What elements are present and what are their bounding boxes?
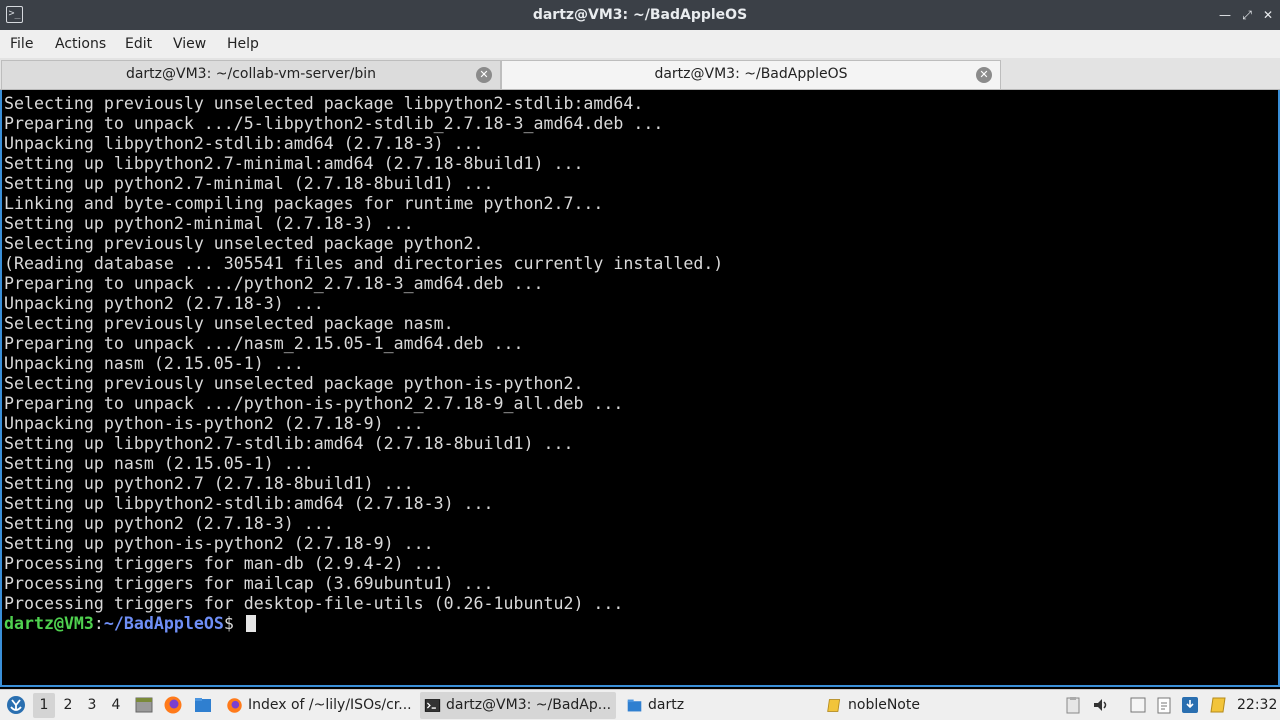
firefox-launcher-icon[interactable] <box>163 695 183 715</box>
terminal-line: Unpacking python-is-python2 (2.7.18-9) .… <box>4 414 424 433</box>
prompt-symbol: $ <box>223 614 234 633</box>
workspace-2[interactable]: 2 <box>57 693 79 718</box>
terminal-line: Preparing to unpack .../python-is-python… <box>4 394 624 413</box>
task-label: nobleNote <box>848 697 920 713</box>
menu-file[interactable]: File <box>10 30 33 58</box>
workspace-3[interactable]: 3 <box>81 693 103 718</box>
minimize-icon[interactable]: — <box>1217 7 1233 23</box>
file-manager-launcher-icon[interactable] <box>193 695 213 715</box>
note-icon <box>827 699 841 712</box>
terminal-line: Selecting previously unselected package … <box>4 374 584 393</box>
terminal-line: Setting up python2 (2.7.18-3) ... <box>4 514 334 533</box>
task-label: dartz <box>648 697 685 713</box>
menu-bar: File Actions Edit View Help <box>0 30 1280 58</box>
workspace-1[interactable]: 1 <box>33 693 55 718</box>
terminal-line: Setting up libpython2-stdlib:amd64 (2.7.… <box>4 494 494 513</box>
prompt-path: ~/BadAppleOS <box>103 614 224 633</box>
terminal-area[interactable]: Selecting previously unselected package … <box>0 90 1280 687</box>
start-menu-icon[interactable] <box>6 695 26 715</box>
terminal-line: Setting up libpython2.7-minimal:amd64 (2… <box>4 154 584 173</box>
terminal-cursor <box>245 615 256 632</box>
tab-close-icon[interactable]: ✕ <box>976 67 992 83</box>
terminal-icon <box>424 699 441 712</box>
terminal-output: Selecting previously unselected package … <box>4 94 1276 634</box>
terminal-line: Linking and byte-compiling packages for … <box>4 194 604 213</box>
close-icon[interactable]: ✕ <box>1260 7 1276 23</box>
terminal-line: Preparing to unpack .../5-libpython2-std… <box>4 114 664 133</box>
note-tray-icon[interactable] <box>1208 695 1228 715</box>
terminal-line: Setting up libpython2.7-stdlib:amd64 (2.… <box>4 434 574 453</box>
clock[interactable]: 22:32 <box>1237 690 1277 720</box>
prompt-colon: : <box>93 614 104 633</box>
prompt-user: dartz@VM3 <box>4 614 94 633</box>
terminal-line: Unpacking python2 (2.7.18-3) ... <box>4 294 324 313</box>
terminal-line: (Reading database ... 305541 files and d… <box>4 254 724 273</box>
terminal-line: Processing triggers for mailcap (3.69ubu… <box>4 574 494 593</box>
tab-label: dartz@VM3: ~/BadAppleOS <box>654 66 848 82</box>
volume-icon[interactable] <box>1091 695 1111 715</box>
terminal-line: Processing triggers for desktop-file-uti… <box>4 594 624 613</box>
clipboard-icon[interactable] <box>1063 695 1083 715</box>
firefox-icon <box>227 698 242 713</box>
notes-tray-icon[interactable] <box>1128 695 1148 715</box>
terminal-line: Setting up python-is-python2 (2.7.18-9) … <box>4 534 434 553</box>
tab-collab-vm-server[interactable]: dartz@VM3: ~/collab-vm-server/bin ✕ <box>1 60 501 89</box>
clipboard-manager-icon[interactable] <box>1154 695 1174 715</box>
terminal-line: Preparing to unpack .../nasm_2.15.05-1_a… <box>4 334 524 353</box>
terminal-line: Unpacking nasm (2.15.05-1) ... <box>4 354 304 373</box>
show-desktop-icon[interactable] <box>134 695 154 715</box>
tab-bar: dartz@VM3: ~/collab-vm-server/bin ✕ dart… <box>0 58 1280 90</box>
tab-label: dartz@VM3: ~/collab-vm-server/bin <box>125 66 377 82</box>
terminal-line: Setting up python2-minimal (2.7.18-3) ..… <box>4 214 414 233</box>
tab-close-icon[interactable]: ✕ <box>476 67 492 83</box>
menu-actions[interactable]: Actions <box>55 30 106 58</box>
menu-help[interactable]: Help <box>227 30 259 58</box>
workspace-4[interactable]: 4 <box>105 693 127 718</box>
task-label: dartz@VM3: ~/BadAp... <box>446 697 612 713</box>
terminal-line: Selecting previously unselected package … <box>4 234 484 253</box>
tab-badappleos[interactable]: dartz@VM3: ~/BadAppleOS ✕ <box>501 60 1001 89</box>
task-file-manager[interactable]: dartz <box>622 692 816 719</box>
updates-icon[interactable] <box>1180 695 1200 715</box>
terminal-line: Unpacking libpython2-stdlib:amd64 (2.7.1… <box>4 134 484 153</box>
task-label: Index of /~lily/ISOs/cr... <box>248 697 412 713</box>
terminal-line: Preparing to unpack .../python2_2.7.18-3… <box>4 274 544 293</box>
task-firefox[interactable]: Index of /~lily/ISOs/cr... <box>222 692 414 719</box>
terminal-line: Setting up python2.7 (2.7.18-8build1) ..… <box>4 474 414 493</box>
terminal-prompt[interactable]: dartz@VM3:~/BadAppleOS$ <box>4 614 1276 634</box>
terminal-line: Selecting previously unselected package … <box>4 314 454 333</box>
task-noblenote[interactable]: nobleNote <box>822 692 1042 719</box>
terminal-line: Processing triggers for man-db (2.9.4-2)… <box>4 554 444 573</box>
terminal-line: Selecting previously unselected package … <box>4 94 644 113</box>
folder-icon <box>627 699 642 712</box>
window-titlebar[interactable]: >_ dartz@VM3: ~/BadAppleOS — ⤢ ✕ <box>0 0 1280 30</box>
terminal-line: Setting up nasm (2.15.05-1) ... <box>4 454 314 473</box>
menu-edit[interactable]: Edit <box>125 30 152 58</box>
menu-view[interactable]: View <box>173 30 206 58</box>
restore-icon[interactable]: ⤢ <box>1239 7 1255 23</box>
taskbar: 1 2 3 4 Index of /~lily/ISOs/cr... dartz… <box>0 689 1280 720</box>
window-title: dartz@VM3: ~/BadAppleOS <box>532 7 748 23</box>
terminal-line: Setting up python2.7-minimal (2.7.18-8bu… <box>4 174 494 193</box>
task-terminal[interactable]: dartz@VM3: ~/BadAp... <box>420 692 616 719</box>
